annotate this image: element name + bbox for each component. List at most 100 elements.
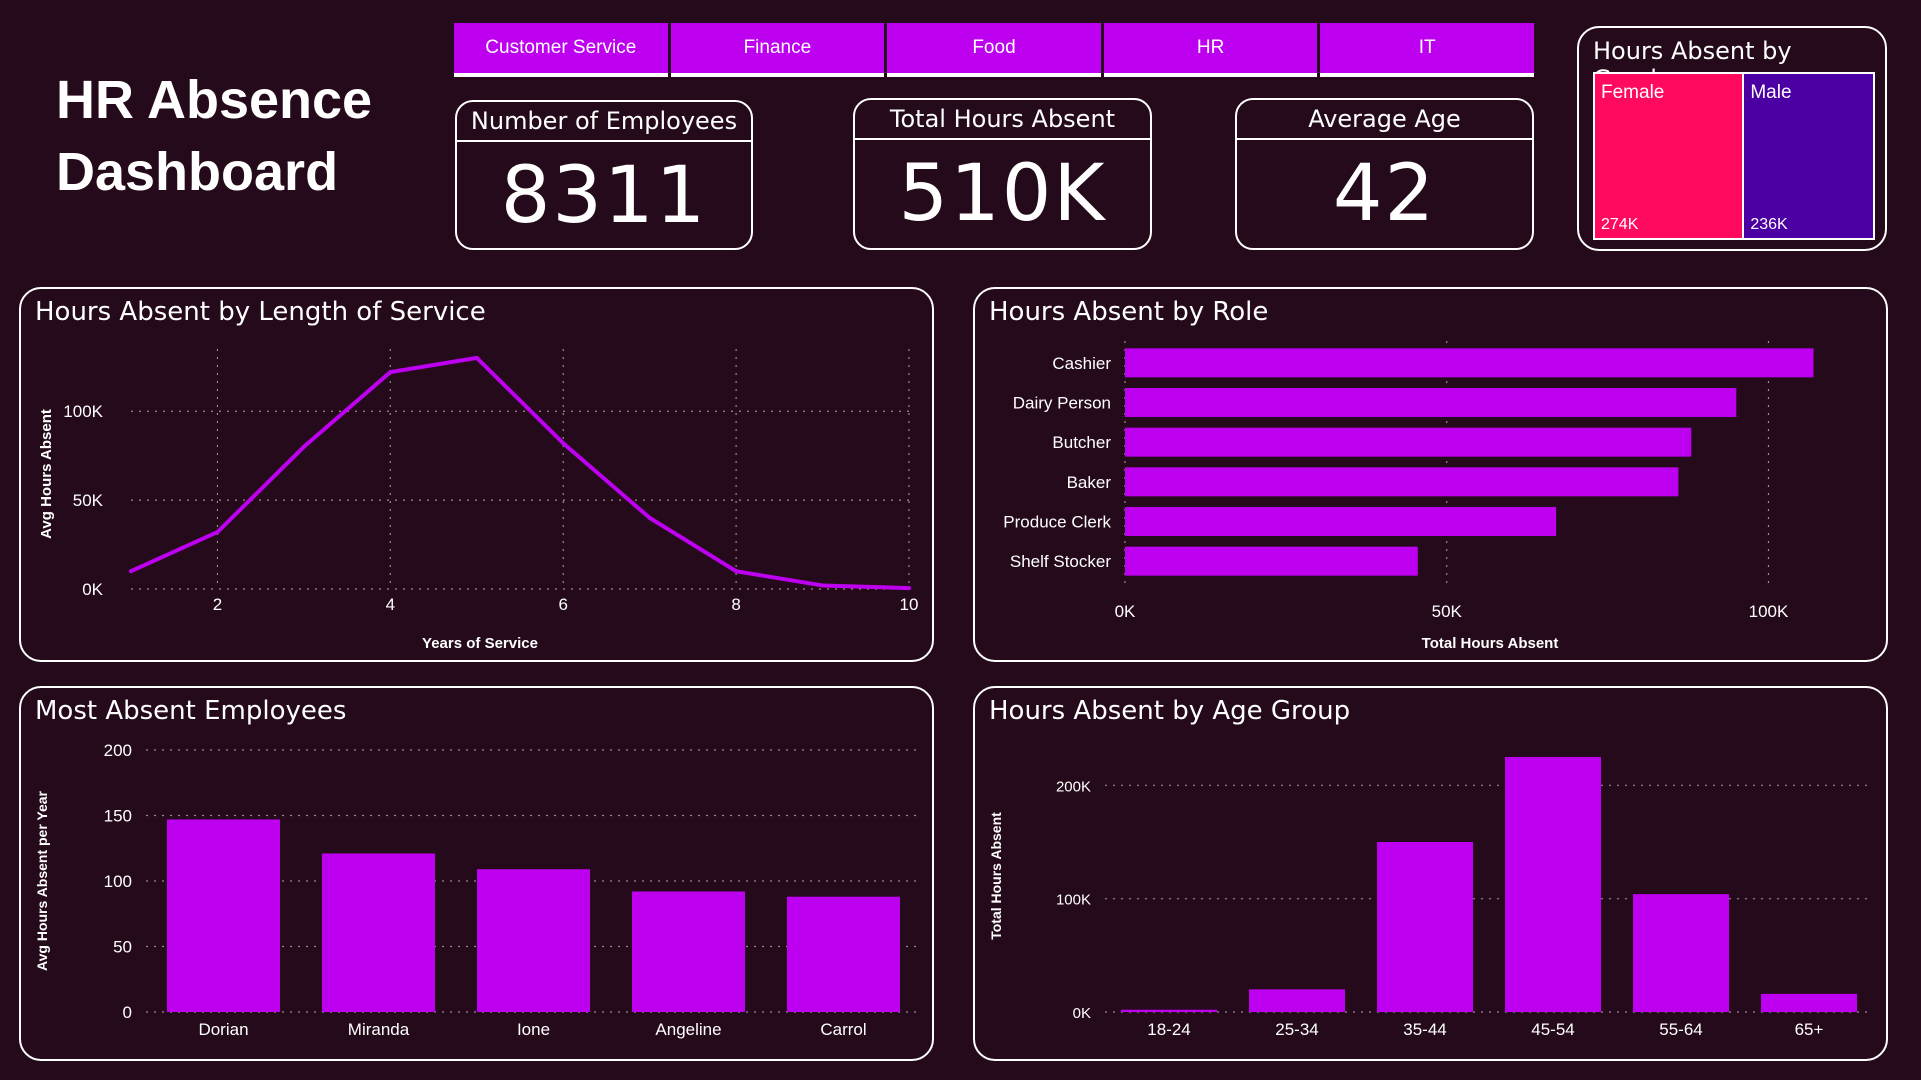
y-axis-label: Avg Hours Absent per Year — [34, 790, 50, 971]
department-slicer: Customer Service Finance Food HR IT — [454, 23, 1534, 77]
service-chart-panel: Hours Absent by Length of Service 2 4 6 8 10… — [19, 287, 934, 662]
bar — [1249, 989, 1345, 1012]
x-axis-label: Total Hours Absent — [1422, 635, 1559, 652]
kpi-value: 8311 — [500, 151, 708, 241]
bar — [1761, 993, 1857, 1012]
slicer-button-food[interactable]: Food — [887, 23, 1101, 77]
x-axis-label: Years of Service — [422, 635, 538, 652]
role-chart-panel: Hours Absent by Role 0K 50K 100K Cashier Dai… — [973, 287, 1888, 662]
service-line-chart: 2 4 6 8 100K50K100KYears of ServiceAvg Hours… — [38, 349, 919, 652]
data-point — [561, 441, 566, 446]
x-tick-label: 4 — [386, 595, 395, 614]
data-point — [215, 530, 220, 535]
bar — [1633, 894, 1729, 1012]
kpi-label: Total Hours Absent — [855, 100, 1150, 140]
gender-treemap: Female 274K Male 236K — [1593, 72, 1875, 240]
kpi-card-age: Average Age 42 — [1235, 98, 1534, 250]
y-tick-label: 100 — [104, 872, 132, 891]
y-axis-label: Avg Hours Absent — [38, 409, 55, 539]
data-line — [130, 355, 910, 591]
bar — [787, 896, 900, 1012]
x-tick-label: 65+ — [1795, 1020, 1824, 1039]
kpi-value: 510K — [898, 149, 1107, 239]
x-tick-label: 45-54 — [1531, 1020, 1574, 1039]
y-tick-label: 50 — [113, 938, 132, 957]
data-point — [907, 586, 911, 591]
y-tick-label: 0 — [123, 1003, 132, 1022]
bar — [477, 869, 590, 1012]
y-tick-label: Shelf Stocker — [1010, 552, 1111, 571]
slicer-button-hr[interactable]: HR — [1103, 23, 1318, 77]
x-tick-label: 50K — [1432, 602, 1463, 621]
treemap-cell-male[interactable]: Male 236K — [1744, 74, 1873, 238]
data-point — [301, 444, 306, 449]
y-tick-label: 0K — [1073, 1005, 1091, 1022]
bar — [1377, 842, 1473, 1012]
age-chart-panel: Hours Absent by Age Group 0K 100K 200K 18-2… — [973, 686, 1888, 1061]
bar — [1125, 507, 1557, 536]
bar — [1121, 1009, 1217, 1012]
x-tick-label: 35-44 — [1403, 1020, 1446, 1039]
bar — [1125, 427, 1692, 457]
x-tick-label: 10 — [900, 595, 919, 614]
y-tick-label: Produce Clerk — [1003, 513, 1111, 532]
kpi-value: 42 — [1332, 149, 1437, 239]
y-tick-label: Baker — [1067, 473, 1112, 492]
data-point — [647, 515, 652, 520]
x-tick-label: 8 — [731, 595, 740, 614]
kpi-label: Number of Employees — [457, 102, 751, 142]
slicer-button-finance[interactable]: Finance — [670, 23, 885, 77]
bar — [1505, 757, 1601, 1012]
kpi-card-hours: Total Hours Absent 510K — [853, 98, 1152, 250]
x-tick-label: 100K — [1749, 602, 1789, 621]
treemap-cell-female[interactable]: Female 274K — [1595, 74, 1745, 238]
x-tick-label: Carrol — [820, 1020, 866, 1039]
x-tick-label: 18-24 — [1147, 1020, 1190, 1039]
treemap-label: Male — [1750, 82, 1792, 103]
y-tick-label: Dairy Person — [1013, 394, 1111, 413]
y-tick-label: 100K — [1056, 892, 1091, 909]
bar — [167, 819, 280, 1012]
data-point — [388, 370, 393, 375]
slicer-button-customer-service[interactable]: Customer Service — [454, 23, 668, 77]
kpi-card-employees: Number of Employees 8311 — [455, 100, 753, 250]
x-tick-label: Miranda — [348, 1020, 410, 1039]
treemap-value: 236K — [1750, 216, 1788, 233]
x-tick-label: 25-34 — [1275, 1020, 1318, 1039]
page-title: HR Absence Dashboard — [56, 70, 373, 202]
bar — [1125, 348, 1814, 378]
role-bar-chart: 0K 50K 100K Cashier Dairy Person Butcher Baker… — [1003, 341, 1814, 652]
x-tick-label: 6 — [558, 595, 567, 614]
bar — [322, 853, 435, 1012]
kpi-label: Average Age — [1237, 100, 1532, 140]
treemap-value: 274K — [1601, 216, 1639, 233]
x-tick-label: 2 — [213, 595, 222, 614]
y-tick-label: 100K — [63, 402, 103, 421]
y-tick-label: 50K — [73, 491, 104, 510]
data-point — [734, 569, 739, 574]
data-point — [820, 583, 825, 588]
treemap-label: Female — [1601, 82, 1665, 103]
data-point — [474, 355, 479, 360]
employees-chart-panel: Most Absent Employees 0 50 100 150 200 Dorian… — [19, 686, 934, 1061]
x-tick-label: 55-64 — [1659, 1020, 1702, 1039]
y-tick-label: Butcher — [1052, 433, 1111, 452]
slicer-button-it[interactable]: IT — [1320, 23, 1534, 77]
x-tick-label: Ione — [517, 1020, 550, 1039]
gender-card: Hours Absent by Gender Female 274K Male … — [1577, 26, 1887, 251]
bar — [1125, 546, 1418, 576]
bar — [1125, 388, 1737, 417]
y-tick-label: 0K — [82, 580, 103, 599]
y-tick-label: 150 — [104, 807, 132, 826]
x-tick-label: Angeline — [655, 1020, 721, 1039]
x-tick-label: 0K — [1115, 602, 1136, 621]
age-bar-chart: 0K 100K 200K 18-24 25-34 35-44 45-54 55-64 65+ To… — [988, 757, 1873, 1039]
bar — [1125, 467, 1679, 497]
y-tick-label: 200 — [104, 741, 132, 760]
employees-bar-chart: 0 50 100 150 200 Dorian Miranda Ione Angeline Car… — [34, 741, 921, 1039]
y-axis-label: Total Hours Absent — [988, 812, 1004, 940]
x-tick-label: Dorian — [198, 1020, 248, 1039]
data-point — [129, 569, 133, 574]
y-tick-label: Cashier — [1052, 354, 1111, 373]
bar — [632, 891, 745, 1012]
